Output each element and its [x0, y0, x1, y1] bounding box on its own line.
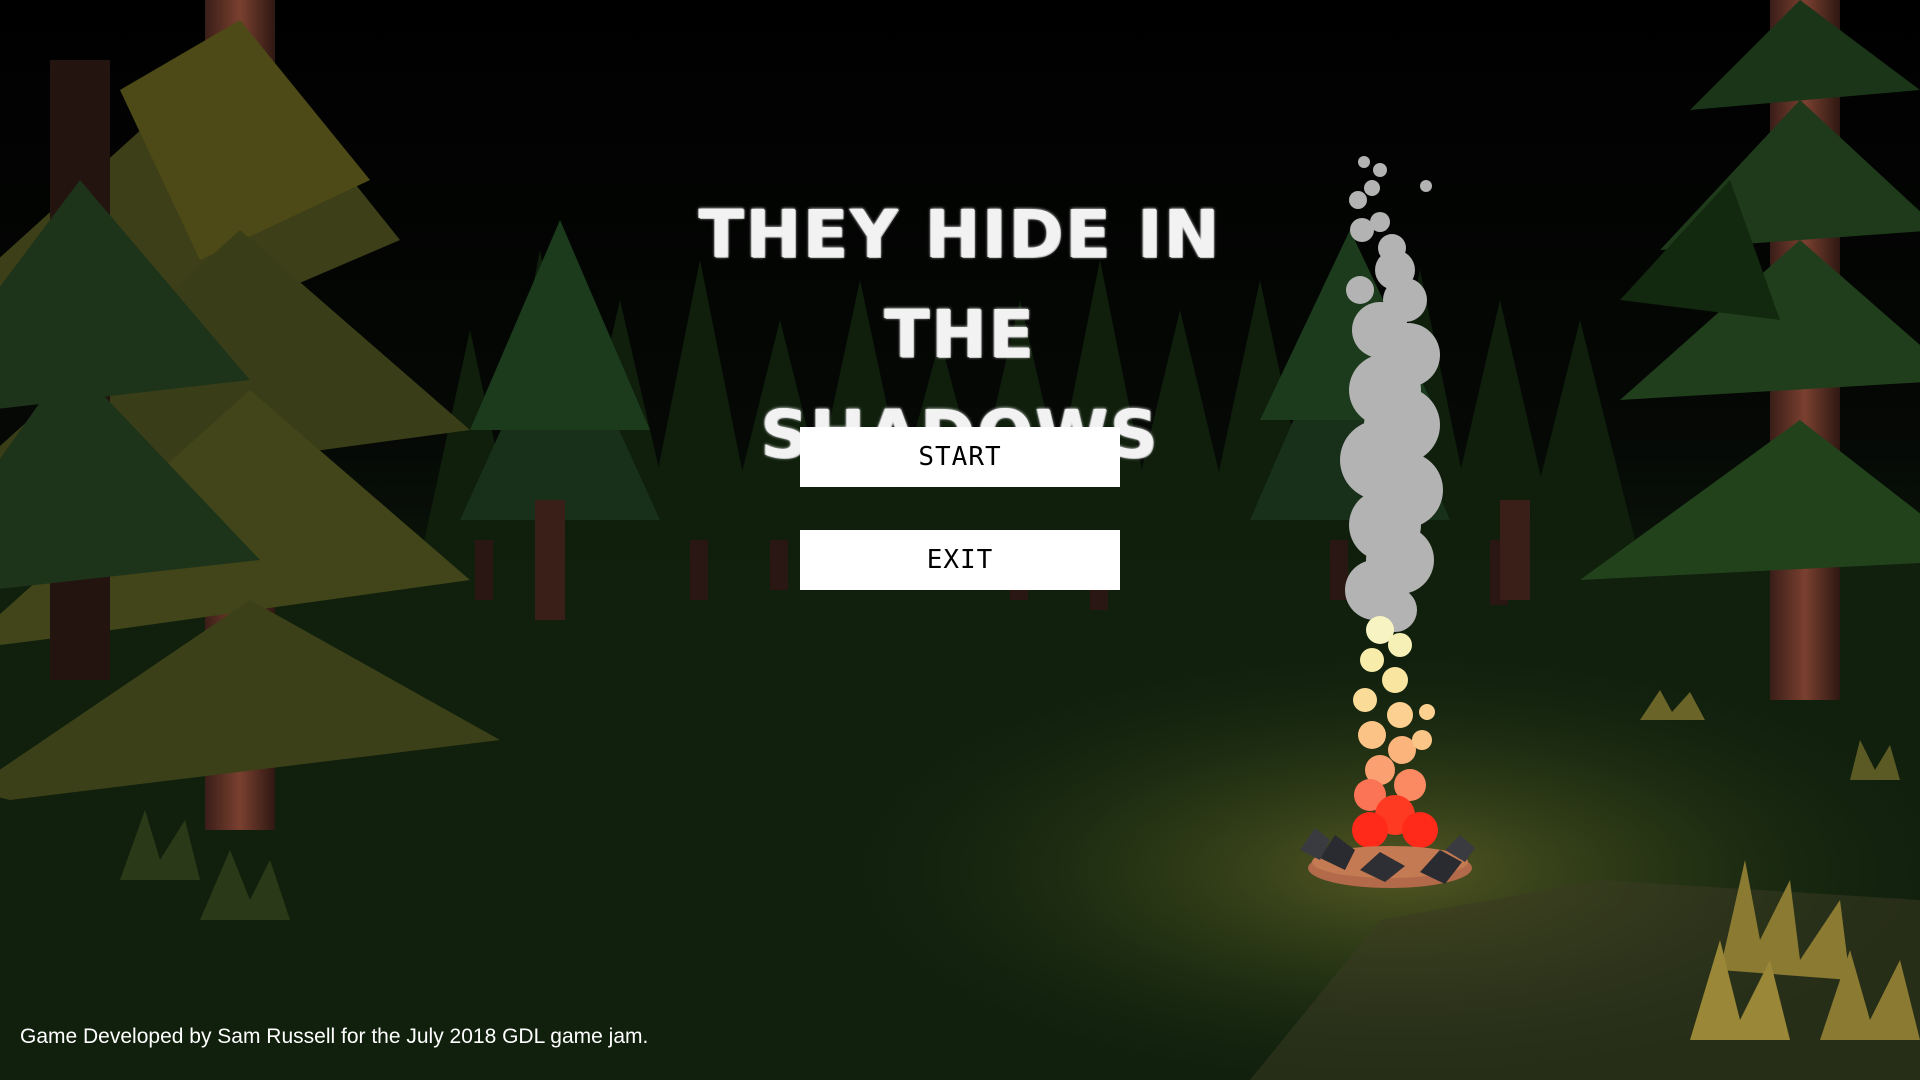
exit-button[interactable]: EXIT	[800, 530, 1120, 590]
title-line-1: THEY HIDE IN THE	[698, 196, 1222, 373]
game-main-menu: THEY HIDE IN THE SHADOWS START EXIT Game…	[0, 0, 1920, 1080]
start-button[interactable]: START	[800, 427, 1120, 487]
credits-text: Game Developed by Sam Russell for the Ju…	[20, 1025, 649, 1048]
